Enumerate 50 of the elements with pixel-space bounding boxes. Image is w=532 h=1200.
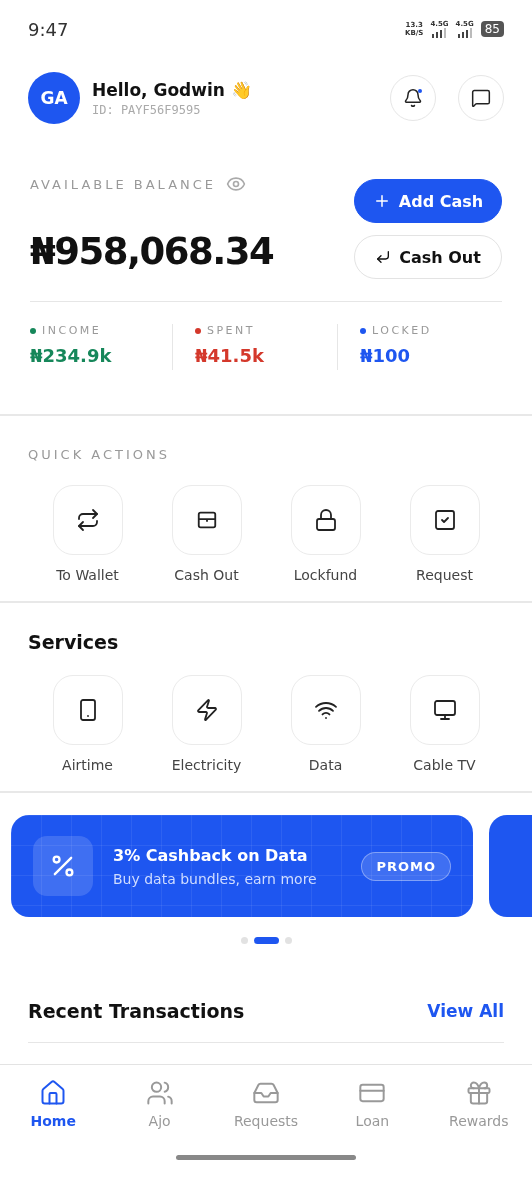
tv-icon [432,698,457,722]
message-button[interactable] [458,75,504,121]
add-cash-button[interactable]: Add Cash [354,179,502,223]
greeting: Hello, Godwin 👋 [92,79,253,100]
promo-title: 3% Cashback on Data [113,845,309,865]
repeat-icon [75,508,100,532]
notification-button[interactable] [390,75,436,121]
section-title: Recent Transactions [28,1000,245,1022]
view-all-link[interactable]: View All [427,1001,504,1021]
service-item[interactable]: Airtime [28,675,147,773]
stat-label: LOCKED [372,324,432,337]
stat-value: ₦234.9k [30,345,113,366]
checkbox-icon [432,508,457,532]
stat-value: ₦100 [360,345,412,366]
battery-level: 85 [480,21,504,37]
quick-action[interactable]: To Wallet [28,485,147,583]
next-banner[interactable] [489,815,532,917]
promo-badge: PROMO [361,851,451,881]
cash-out-button[interactable]: Cash Out [354,235,502,279]
promo-banner[interactable]: 3% Cashback on Data Buy data bundles, earn more PROMO [11,815,473,917]
lock-icon [313,508,338,532]
service-item[interactable]: Data [266,675,385,773]
quick-action[interactable]: Cash Out [147,485,266,583]
return-arrow-icon [375,249,392,265]
stat-value: ₦41.5k [195,345,265,366]
balance-amount: ₦958,068.34 [30,230,274,273]
quick-action[interactable]: Lockfund [266,485,385,583]
status-time: 9:47 [28,18,69,40]
stat-label: INCOME [42,324,102,337]
avatar[interactable]: GA [28,72,80,124]
signal-icon [457,28,472,38]
lightning-icon [194,698,219,722]
user-id: ID: PAYF56F9595 [92,102,202,117]
stat-label: SPENT [207,324,255,337]
section-title: Services [28,631,119,653]
quick-action[interactable]: Request [385,485,504,583]
users-icon [145,1079,174,1107]
carousel-dot[interactable] [284,937,292,944]
nav-tab[interactable]: Home [0,1079,107,1129]
signal-icon [432,28,447,38]
service-item[interactable]: Electricity [147,675,266,773]
wallet-icon [195,509,218,531]
service-item[interactable]: Cable TV [385,675,504,773]
promo-subtitle: Buy data bundles, earn more [113,870,318,887]
section-title: QUICK ACTIONS [28,447,171,462]
balance-label: AVAILABLE BALANCE [30,176,217,192]
chat-icon [471,88,491,108]
bell-icon [403,88,423,108]
gift-icon [464,1079,493,1107]
carousel-dot[interactable] [240,937,248,944]
